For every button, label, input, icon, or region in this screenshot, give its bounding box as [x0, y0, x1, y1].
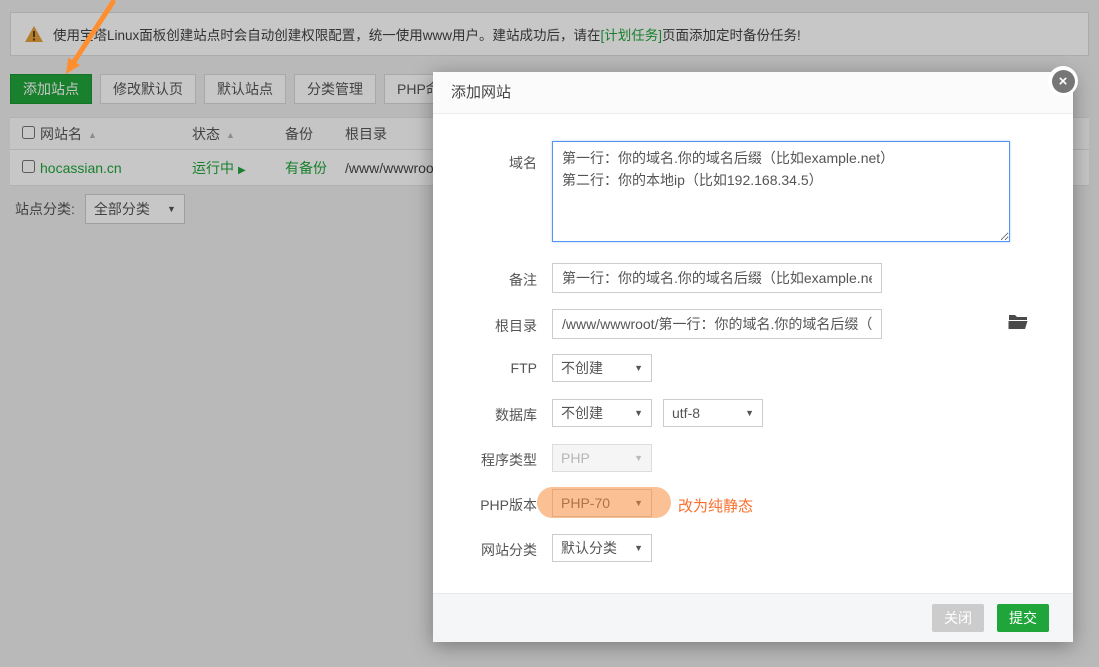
chevron-down-icon: ▼: [634, 498, 643, 508]
php-version-label: PHP版本: [433, 495, 537, 515]
chevron-down-icon: ▼: [634, 363, 643, 373]
add-site-modal: 添加网站 × 域名 第一行：你的域名.你的域名后缀（比如example.net）…: [433, 72, 1073, 642]
php-version-value: PHP-70: [561, 495, 610, 511]
close-button[interactable]: 关闭: [932, 604, 984, 632]
website-category-row: 网站分类 默认分类 ▼: [433, 534, 1073, 562]
database-label: 数据库: [433, 405, 537, 425]
note-label: 备注: [433, 270, 537, 290]
app-type-select-disabled: PHP ▼: [552, 444, 652, 472]
modal-footer: 关闭 提交: [433, 593, 1073, 642]
website-category-label: 网站分类: [433, 540, 537, 560]
php-version-row: PHP版本 PHP-70 ▼: [433, 489, 1073, 517]
php-version-select[interactable]: PHP-70 ▼: [552, 489, 652, 517]
close-icon: ×: [1052, 70, 1075, 93]
modal-title: 添加网站: [433, 72, 1073, 114]
app-type-row: 程序类型 PHP ▼: [433, 444, 1073, 472]
note-input[interactable]: [552, 263, 882, 293]
app-type-label: 程序类型: [433, 450, 537, 470]
website-category-select[interactable]: 默认分类 ▼: [552, 534, 652, 562]
app-type-value: PHP: [561, 450, 590, 466]
root-dir-input[interactable]: [552, 309, 882, 339]
chevron-down-icon: ▼: [634, 408, 643, 418]
folder-picker-icon[interactable]: [1008, 313, 1028, 333]
ftp-select[interactable]: 不创建 ▼: [552, 354, 652, 382]
domain-label: 域名: [433, 153, 537, 173]
database-value: 不创建: [561, 403, 603, 423]
chevron-down-icon: ▼: [634, 453, 643, 463]
chevron-down-icon: ▼: [745, 408, 754, 418]
charset-value: utf-8: [672, 405, 700, 421]
ftp-label: FTP: [433, 360, 537, 376]
chevron-down-icon: ▼: [634, 543, 643, 553]
database-select[interactable]: 不创建 ▼: [552, 399, 652, 427]
charset-select[interactable]: utf-8 ▼: [663, 399, 763, 427]
modal-close-button[interactable]: ×: [1048, 66, 1078, 96]
domain-textarea[interactable]: 第一行：你的域名.你的域名后缀（比如example.net） 第二行：你的本地i…: [552, 141, 1010, 242]
ftp-row: FTP 不创建 ▼: [433, 354, 1073, 382]
domain-row: 域名 第一行：你的域名.你的域名后缀（比如example.net） 第二行：你的…: [433, 141, 1073, 242]
ftp-value: 不创建: [561, 358, 603, 378]
database-row: 数据库 不创建 ▼ utf-8 ▼: [433, 399, 1073, 427]
root-dir-label: 根目录: [433, 316, 537, 336]
root-dir-row: 根目录: [433, 309, 1073, 339]
note-row: 备注: [433, 263, 1073, 293]
submit-button[interactable]: 提交: [997, 604, 1049, 632]
website-category-value: 默认分类: [561, 538, 617, 558]
